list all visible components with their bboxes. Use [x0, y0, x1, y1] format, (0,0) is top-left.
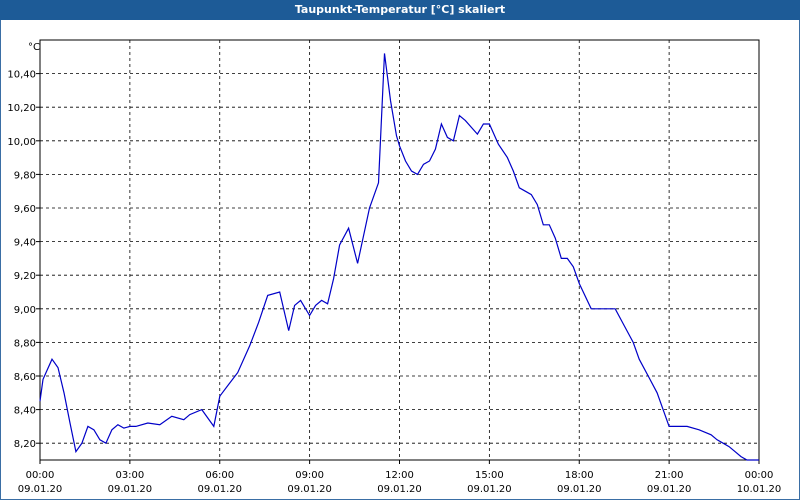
x-tick-date-3: 09.01.20 [287, 484, 332, 495]
y-tick-label-4: 9,60 [14, 204, 36, 215]
x-tick-time-1: 03:00 [115, 470, 144, 481]
x-tick-time-7: 21:00 [655, 470, 684, 481]
x-tick-date-7: 09.01.20 [647, 484, 692, 495]
x-tick-time-8: 00:00 [745, 470, 774, 481]
y-axis-unit-label: °C [28, 42, 40, 53]
x-tick-date-8: 10.01.20 [737, 484, 782, 495]
x-tick-time-0: 00:00 [26, 470, 55, 481]
x-tick-time-6: 18:00 [565, 470, 594, 481]
y-tick-label-3: 9,80 [14, 170, 36, 181]
y-tick-label-7: 9,00 [14, 305, 36, 316]
y-tick-label-1: 10,20 [7, 103, 36, 114]
x-tick-date-0: 09.01.20 [18, 484, 63, 495]
y-tick-label-10: 8,40 [14, 406, 36, 417]
x-tick-date-2: 09.01.20 [197, 484, 242, 495]
y-tick-label-0: 10,40 [7, 70, 36, 81]
y-tick-label-6: 9,20 [14, 271, 36, 282]
x-tick-time-4: 12:00 [385, 470, 414, 481]
y-tick-label-2: 10,00 [7, 137, 36, 148]
x-tick-time-2: 06:00 [205, 470, 234, 481]
x-tick-time-3: 09:00 [295, 470, 324, 481]
x-tick-labels: 00:00 09.01.20 03:00 09.01.20 06:00 09.01.20 0… [18, 470, 782, 495]
y-tick-label-11: 8,20 [14, 439, 36, 450]
y-tick-label-5: 9,40 [14, 238, 36, 249]
line-chart: °C 10,40 10,20 10,00 9,80 9,60 9,40 9,20 9,00 8,… [7, 39, 782, 495]
y-tick-label-9: 8,60 [14, 372, 36, 383]
y-tick-label-8: 8,80 [14, 338, 36, 349]
x-tick-date-6: 09.01.20 [557, 484, 602, 495]
x-tick-time-5: 15:00 [475, 470, 504, 481]
y-tick-labels: 10,40 10,20 10,00 9,80 9,60 9,40 9,20 9,00 8,80 8… [7, 70, 36, 451]
x-tick-date-4: 09.01.20 [377, 484, 422, 495]
x-tick-date-5: 09.01.20 [467, 484, 512, 495]
x-tick-date-1: 09.01.20 [108, 484, 153, 495]
